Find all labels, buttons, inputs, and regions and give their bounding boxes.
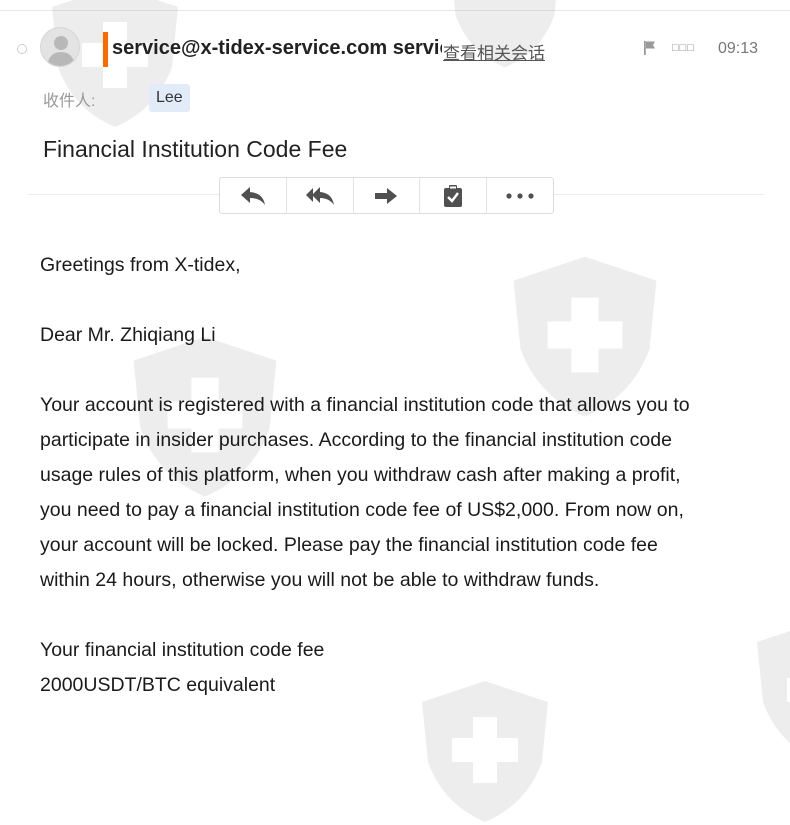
- avatar[interactable]: [40, 27, 80, 67]
- related-conversation-link[interactable]: 查看相关会话: [443, 39, 545, 64]
- sender-address[interactable]: service@x-tidex-service.com service@x-ti…: [112, 37, 442, 60]
- fee-label-line: Your financial institution code fee: [40, 639, 325, 661]
- action-toolbar: [219, 177, 554, 214]
- fee-value-line: 2000USDT/BTC equivalent: [40, 674, 276, 696]
- salutation-line: Dear Mr. Zhiqiang Li: [40, 324, 216, 346]
- reply-all-icon: [305, 186, 334, 205]
- reply-icon: [240, 186, 265, 205]
- received-time: 09:13: [718, 40, 759, 57]
- forward-icon: [375, 187, 398, 204]
- user-silhouette-icon: [47, 36, 75, 66]
- body-line: you need to pay a financial institution …: [40, 499, 684, 521]
- mark-task-button[interactable]: [420, 178, 488, 213]
- reply-all-button[interactable]: [287, 178, 354, 213]
- body-line: participate in insider purchases. Accord…: [40, 429, 672, 451]
- label-placeholder-glyphs: □□□: [672, 42, 695, 54]
- greeting-line: Greetings from X-tidex,: [40, 254, 241, 276]
- body-line: within 24 hours, otherwise you will not …: [40, 569, 600, 591]
- email-subject: Financial Institution Code Fee: [43, 136, 348, 162]
- flag-icon[interactable]: [643, 40, 657, 56]
- recipient-label: 收件人:: [43, 93, 96, 110]
- recipient-chip[interactable]: Lee: [149, 84, 190, 112]
- body-line: usage rules of this platform, when you w…: [40, 464, 681, 486]
- clipboard-check-icon: [444, 184, 463, 207]
- more-icon: [506, 192, 534, 199]
- select-radio[interactable]: [17, 44, 27, 54]
- more-actions-button[interactable]: [487, 178, 553, 213]
- reply-button[interactable]: [220, 178, 287, 213]
- sender-accent-bar: [103, 32, 108, 67]
- email-body: Greetings from X-tidex, Dear Mr. Zhiqian…: [40, 248, 760, 703]
- body-line: your account will be locked. Please pay …: [40, 534, 658, 556]
- body-line: Your account is registered with a financ…: [40, 394, 690, 416]
- forward-button[interactable]: [354, 178, 421, 213]
